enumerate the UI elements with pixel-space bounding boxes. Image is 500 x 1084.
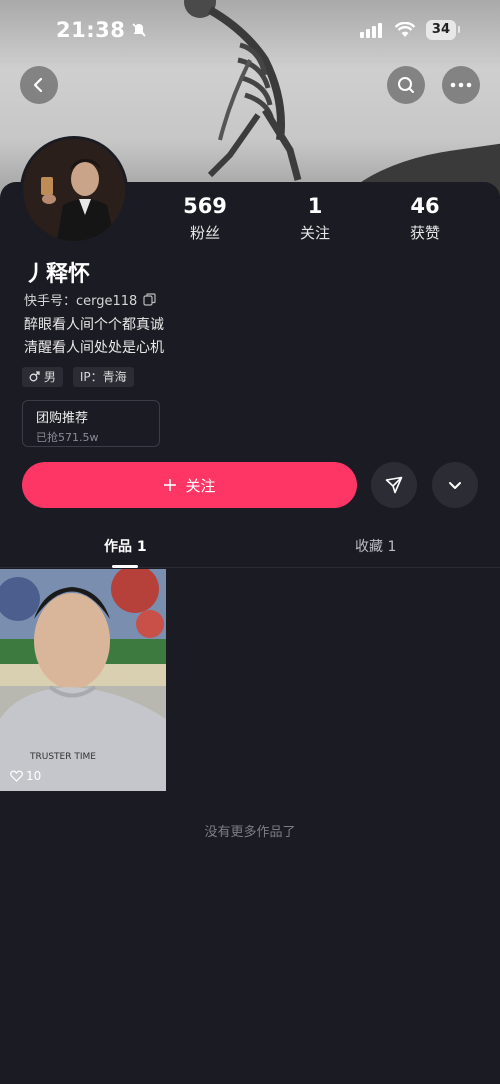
tab-favorites[interactable]: 收藏 1 — [355, 536, 396, 556]
follow-label: 关注 — [185, 476, 216, 495]
more-dots-icon — [450, 82, 472, 88]
content-tabs: 作品 1 收藏 1 — [0, 530, 500, 568]
stat-likes[interactable]: 46 获赞 — [370, 194, 480, 243]
profile-stats: 569 粉丝 1 关注 46 获赞 — [150, 194, 500, 243]
stat-label: 关注 — [299, 224, 330, 242]
svg-text:TRUSTER TIME: TRUSTER TIME — [29, 752, 96, 762]
stat-label: 粉丝 — [189, 224, 220, 242]
work-thumbnail-image: TRUSTER TIME — [0, 569, 166, 791]
work-thumbnail[interactable]: TRUSTER TIME 10 — [0, 569, 166, 791]
stat-label: 获赞 — [409, 224, 440, 242]
wifi-icon — [394, 22, 416, 37]
group-buy-title: 团购推荐 — [36, 411, 89, 426]
stat-following[interactable]: 1 关注 — [260, 194, 370, 243]
signal-icon — [359, 23, 382, 38]
bell-muted-icon — [132, 23, 146, 37]
work-likes: 10 — [10, 769, 41, 783]
gender-text: 男 — [43, 370, 56, 384]
search-icon — [398, 77, 414, 93]
avatar[interactable] — [20, 136, 128, 244]
no-more-works-text: 没有更多作品了 — [204, 825, 296, 840]
chevron-left-icon — [33, 77, 43, 93]
bio-line: 清醒看人间处处是心机 — [24, 340, 164, 356]
back-button[interactable] — [20, 66, 58, 104]
status-time: 21:38 — [56, 18, 126, 42]
group-buy-card[interactable]: 团购推荐 已抢571.5w — [22, 400, 160, 447]
heart-icon — [10, 770, 23, 782]
profile-bio: 醉眼看人间个个都真诚 清醒看人间处处是心机 — [24, 314, 164, 360]
search-button[interactable] — [387, 66, 425, 104]
bio-line: 醉眼看人间个个都真诚 — [24, 317, 164, 333]
paper-plane-icon — [385, 476, 403, 494]
follow-button[interactable]: 关注 — [22, 462, 357, 508]
stat-followers[interactable]: 569 粉丝 — [150, 194, 260, 243]
kuaishou-id: 快手号：cerge118 — [24, 294, 138, 309]
profile-nickname: 丿释怀 — [24, 262, 91, 287]
expand-button[interactable] — [432, 462, 478, 508]
avatar-portrait — [23, 139, 125, 241]
send-message-button[interactable] — [371, 462, 417, 508]
status-bar: 21:38 34 — [0, 0, 500, 60]
stat-value: 1 — [307, 194, 323, 218]
more-button[interactable] — [442, 66, 480, 104]
gender-tag: 男 — [22, 367, 63, 387]
work-likes-count: 10 — [26, 769, 42, 783]
tab-indicator — [112, 565, 138, 568]
kuaishou-id-row: 快手号：cerge118 — [24, 290, 156, 309]
copy-icon[interactable] — [143, 293, 156, 306]
stat-value: 569 — [183, 194, 227, 218]
stat-value: 46 — [410, 194, 440, 218]
tab-works[interactable]: 作品 1 — [104, 536, 147, 556]
ip-tag: IP：青海 — [72, 367, 134, 387]
group-buy-subtitle: 已抢571.5w — [36, 431, 99, 444]
male-icon — [29, 371, 40, 382]
battery-indicator: 34 — [425, 20, 461, 40]
plus-icon — [164, 479, 177, 491]
profile-tags: 男 IP：青海 — [22, 367, 134, 387]
chevron-down-icon — [449, 482, 461, 489]
